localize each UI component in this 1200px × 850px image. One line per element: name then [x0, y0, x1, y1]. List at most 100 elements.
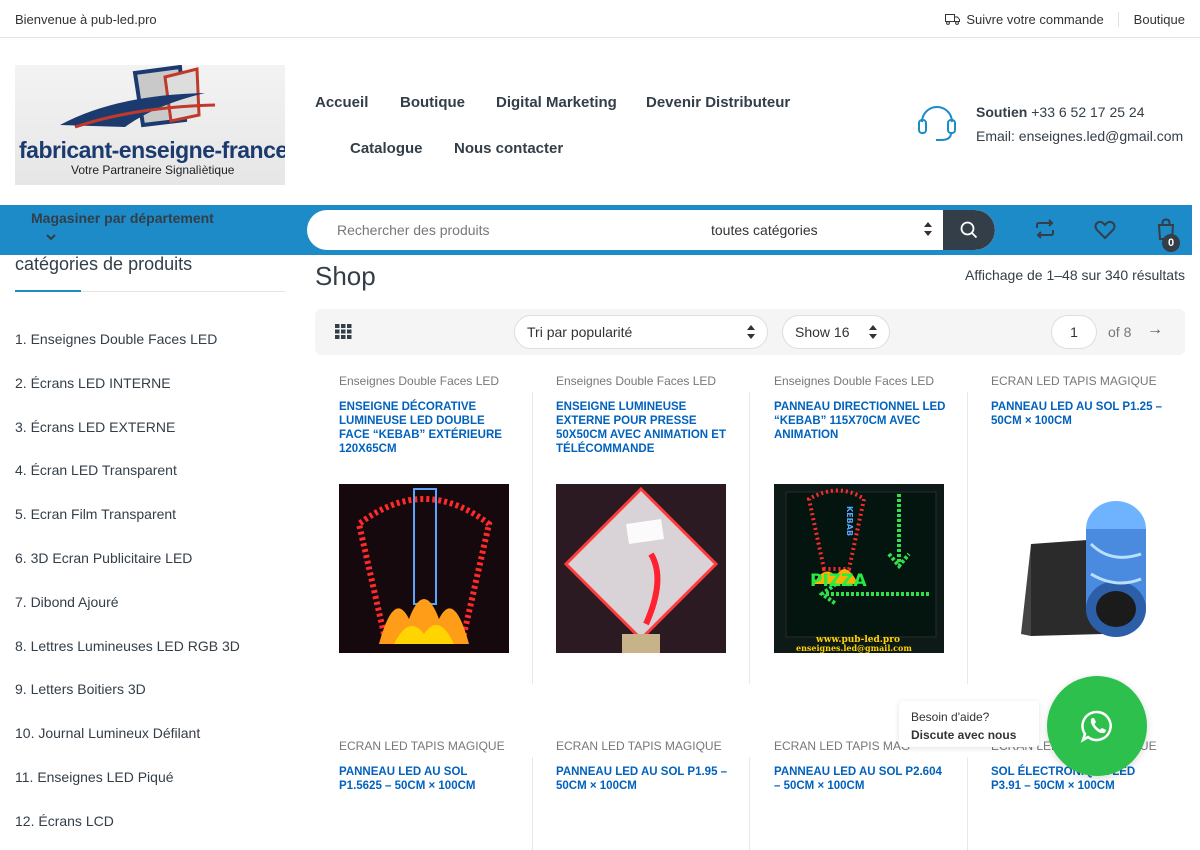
- product-title[interactable]: ENSEIGNE DÉCORATIVE LUMINEUSE LED DOUBLE…: [339, 400, 511, 456]
- sidebar-divider-accent: [15, 290, 81, 292]
- per-page-value: Show 16: [795, 324, 850, 340]
- product-category[interactable]: Enseignes Double Faces LED: [339, 374, 499, 388]
- track-order-label: Suivre votre commande: [966, 12, 1104, 27]
- select-arrows-icon: [869, 325, 877, 339]
- product-category[interactable]: Enseignes Double Faces LED: [556, 374, 716, 388]
- nav-become-distributor[interactable]: Devenir Distributeur: [646, 94, 790, 111]
- product-image[interactable]: PIZZA KEBAB www.pub-led.pro enseignes.le…: [774, 484, 944, 653]
- presse-sign-image: [556, 484, 726, 653]
- whatsapp-tooltip-line2: Discute avec nous: [911, 728, 1017, 742]
- welcome-text: Bienvenue à pub-led.pro: [15, 12, 157, 27]
- category-item[interactable]: 9. Letters Boitiers 3D: [15, 681, 240, 725]
- compare-icon[interactable]: [1034, 219, 1056, 239]
- search-input[interactable]: [307, 210, 697, 250]
- product-card: ECRAN LED TAPIS MAGIQUE PANNEAU LED AU S…: [967, 373, 1184, 673]
- product-title[interactable]: PANNEAU DIRECTIONNEL LED “KEBAB” 115X70c…: [774, 400, 946, 442]
- search-button[interactable]: [943, 210, 995, 250]
- page-number-input[interactable]: 1: [1051, 315, 1097, 349]
- logo-brand-text: fabricant-enseigne-france.fr: [19, 137, 285, 163]
- product-title[interactable]: ENSEIGNE LUMINEUSE EXTERNE POUR PRESSE 5…: [556, 400, 728, 456]
- product-category[interactable]: ECRAN LED TAPIS MAGIQUE: [991, 374, 1157, 388]
- nav-contact[interactable]: Nous contacter: [454, 140, 563, 157]
- product-card: ECRAN LED TAPIS MAGIQUE PANNEAU LED AU S…: [532, 738, 749, 850]
- nav-shop[interactable]: Boutique: [400, 94, 465, 111]
- category-item[interactable]: 12. Écrans LCD: [15, 813, 240, 850]
- product-title[interactable]: PANNEAU LED AU SOL P2.604 – 50cm × 100cm: [774, 765, 946, 793]
- category-list: 1. Enseignes Double Faces LED 2. Écrans …: [15, 331, 240, 850]
- product-card: Enseignes Double Faces LED PANNEAU DIREC…: [750, 373, 967, 673]
- product-card: Enseignes Double Faces LED ENSEIGNE LUMI…: [532, 373, 749, 673]
- product-image[interactable]: [556, 484, 726, 653]
- category-item[interactable]: 4. Écran LED Transparent: [15, 462, 240, 506]
- category-item[interactable]: 8. Lettres Lumineuses LED RGB 3D: [15, 638, 240, 682]
- product-title[interactable]: PANNEAU LED AU SOL P1.25 – 50cm × 100cm: [991, 400, 1163, 428]
- category-item[interactable]: 10. Journal Lumineux Défilant: [15, 725, 240, 769]
- product-card: ECRAN LED TAPIS MAGIQUE PANNEAU LED AU S…: [315, 738, 532, 850]
- product-search-form: toutes catégories: [307, 210, 995, 250]
- led-floor-panel-image: [991, 484, 1161, 653]
- shop-by-department-button[interactable]: Magasiner par département: [31, 210, 214, 226]
- chevron-down-icon[interactable]: [46, 233, 56, 241]
- product-title[interactable]: PANNEAU LED AU SOL P1.95 – 50cm × 100cm: [556, 765, 728, 793]
- truck-icon: [945, 14, 961, 25]
- next-page-arrow[interactable]: →: [1147, 321, 1163, 339]
- nav-catalogue[interactable]: Catalogue: [350, 140, 423, 157]
- headset-icon: [918, 106, 956, 141]
- category-item[interactable]: 1. Enseignes Double Faces LED: [15, 331, 240, 375]
- product-category[interactable]: ECRAN LED TAPIS MAGIQUE: [556, 739, 722, 753]
- top-bar: Bienvenue à pub-led.pro Suivre votre com…: [0, 0, 1200, 38]
- search-icon: [960, 221, 978, 239]
- product-card: ECRAN LED TAPIS MAG PANNEAU LED AU SOL P…: [750, 738, 967, 850]
- grid-view-icon[interactable]: [335, 324, 352, 339]
- whatsapp-chat-button[interactable]: [1047, 676, 1147, 776]
- sort-select-value: Tri par popularité: [527, 324, 633, 340]
- product-card: Enseignes Double Faces LED ENSEIGNE DÉCO…: [315, 373, 532, 673]
- whatsapp-tooltip-line1: Besoin d'aide?: [911, 710, 990, 724]
- category-item[interactable]: 2. Écrans LED INTERNE: [15, 375, 240, 419]
- track-order-link[interactable]: Suivre votre commande: [945, 12, 1119, 27]
- top-shop-link[interactable]: Boutique: [1119, 12, 1185, 27]
- per-page-select[interactable]: Show 16: [782, 315, 890, 349]
- category-item[interactable]: 11. Enseignes LED Piqué: [15, 769, 240, 813]
- category-item[interactable]: 5. Ecran Film Transparent: [15, 506, 240, 550]
- support-phone[interactable]: +33 6 52 17 25 24: [1031, 104, 1144, 120]
- logo-mark-icon: [60, 65, 216, 129]
- category-item[interactable]: 3. Écrans LED EXTERNE: [15, 419, 240, 463]
- kebab-pizza-sign-image: PIZZA KEBAB www.pub-led.pro enseignes.le…: [774, 484, 944, 653]
- support-info: Soutien +33 6 52 17 25 24 Email: enseign…: [916, 100, 1186, 150]
- support-label: Soutien: [976, 104, 1028, 120]
- page-total: of 8: [1108, 324, 1132, 340]
- sort-select[interactable]: Tri par popularité: [514, 315, 768, 349]
- image-text-vertical: KEBAB: [845, 506, 854, 536]
- site-logo[interactable]: fabricant-enseigne-france.fr Votre Partr…: [15, 65, 285, 185]
- shop-toolbar: Tri par popularité Show 16 1 of 8 →: [315, 309, 1185, 355]
- product-image[interactable]: [339, 484, 509, 653]
- wishlist-heart-icon[interactable]: [1094, 220, 1116, 240]
- department-search-bar: Magasiner par département toutes catégor…: [0, 205, 1192, 255]
- sidebar-title: catégories de produits: [15, 254, 193, 274]
- select-arrows-icon: [747, 325, 755, 339]
- support-phone-line: Soutien +33 6 52 17 25 24: [976, 104, 1145, 120]
- image-email-text: enseignes.led@gmail.com: [796, 643, 912, 653]
- product-image[interactable]: [991, 484, 1161, 653]
- product-category[interactable]: Enseignes Double Faces LED: [774, 374, 934, 388]
- image-text: PIZZA: [810, 571, 867, 591]
- product-category[interactable]: ECRAN LED TAPIS MAGIQUE: [339, 739, 505, 753]
- whatsapp-icon: [1080, 710, 1112, 743]
- support-email[interactable]: Email: enseignes.led@gmail.com: [976, 128, 1183, 144]
- category-select[interactable]: toutes catégories: [711, 222, 818, 238]
- nav-home[interactable]: Accueil: [315, 94, 368, 111]
- cart-count-badge: 0: [1162, 234, 1180, 252]
- logo-tagline: Votre Partraneire Signalìètique: [71, 163, 235, 177]
- product-title[interactable]: PANNEAU LED AU SOL P1.5625 – 50cm × 100c…: [339, 765, 511, 793]
- category-item[interactable]: 6. 3D Ecran Publicitaire LED: [15, 550, 240, 594]
- whatsapp-tooltip[interactable]: Besoin d'aide? Discute avec nous: [899, 701, 1039, 747]
- product-category[interactable]: ECRAN LED TAPIS MAG: [774, 739, 910, 753]
- result-count: Affichage de 1–48 sur 340 résultats: [964, 267, 1185, 283]
- kebab-sign-image: [339, 484, 509, 653]
- category-item[interactable]: 7. Dibond Ajouré: [15, 594, 240, 638]
- page-title: Shop: [315, 261, 376, 291]
- top-bar-links: Suivre votre commande Boutique: [945, 12, 1185, 27]
- select-arrows-icon: [924, 222, 932, 236]
- nav-digital-marketing[interactable]: Digital Marketing: [496, 94, 617, 111]
